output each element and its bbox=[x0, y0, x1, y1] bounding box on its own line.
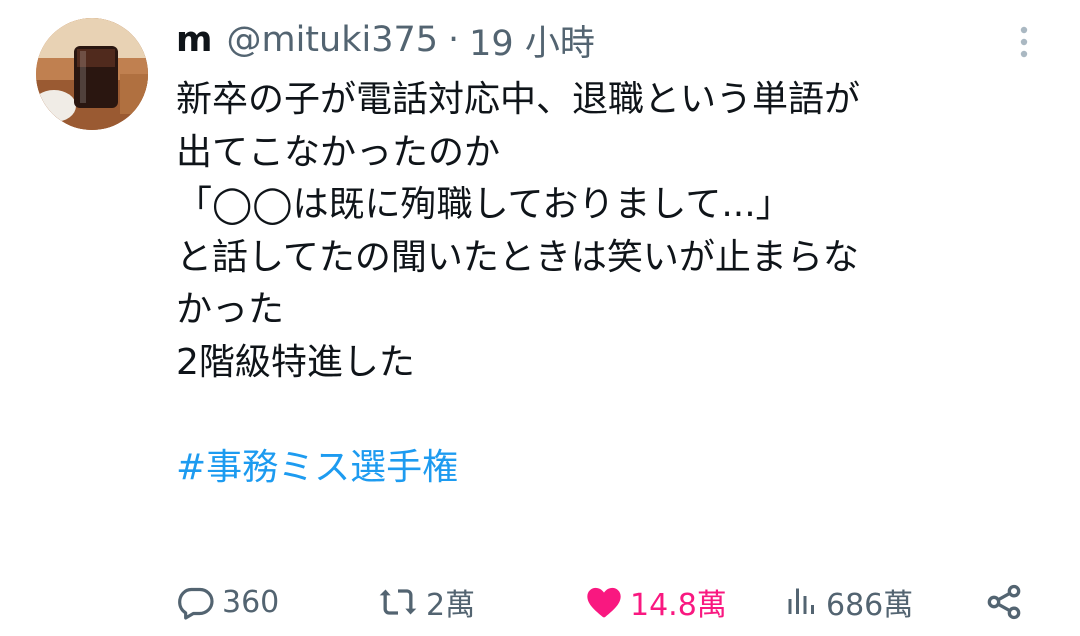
tweet: m @mituki375 · 19 小時 新卒の子が電話対応中、退職という単語が… bbox=[0, 0, 1080, 636]
tweet-text: 新卒の子が電話対応中、退職という単語が 出てこなかったのか 「◯◯は既に殉職して… bbox=[176, 74, 1056, 494]
tweet-text-line: 新卒の子が電話対応中、退職という単語が bbox=[176, 79, 861, 120]
tweet-text-line: 出てこなかったのか bbox=[176, 131, 501, 173]
heart-icon bbox=[587, 587, 621, 618]
views-button[interactable]: 686萬 bbox=[784, 578, 913, 626]
view-count: 686萬 bbox=[826, 588, 914, 623]
avatar-image bbox=[36, 18, 148, 130]
like-count: 14.8萬 bbox=[630, 588, 727, 623]
reply-button[interactable]: 360 bbox=[176, 578, 279, 626]
tweet-text-line: と話してたの聞いたときは笑いが止まらな bbox=[176, 236, 859, 278]
author-handle[interactable]: @mituki375 bbox=[226, 20, 438, 60]
tweet-header: m @mituki375 · 19 小時 bbox=[176, 16, 595, 64]
like-button[interactable]: 14.8萬 bbox=[584, 578, 727, 626]
share-button[interactable] bbox=[984, 578, 1024, 626]
retweet-count: 2萬 bbox=[426, 588, 476, 623]
reply-count: 360 bbox=[222, 584, 280, 620]
views-chart-icon bbox=[788, 588, 814, 614]
retweet-button[interactable]: 2萬 bbox=[376, 578, 475, 626]
header-separator: · bbox=[448, 20, 460, 60]
hashtag-link[interactable]: #事務ミス選手権 bbox=[176, 442, 1056, 495]
more-options-button[interactable] bbox=[1010, 22, 1038, 62]
tweet-text-line: かった bbox=[176, 289, 285, 330]
tweet-timestamp[interactable]: 19 小時 bbox=[469, 15, 595, 66]
share-icon bbox=[987, 584, 1021, 620]
reply-icon bbox=[178, 587, 214, 620]
tweet-text-line: 2階級特進した bbox=[176, 341, 415, 383]
tweet-actions: 360 2萬 14.8萬 686萬 bbox=[176, 578, 1036, 626]
retweet-icon bbox=[379, 589, 417, 615]
avatar[interactable] bbox=[36, 18, 148, 130]
author-name[interactable]: m bbox=[176, 20, 212, 60]
more-vertical-icon bbox=[1020, 26, 1028, 58]
tweet-text-line: 「◯◯は既に殉職しておりまして...」 bbox=[176, 184, 792, 225]
